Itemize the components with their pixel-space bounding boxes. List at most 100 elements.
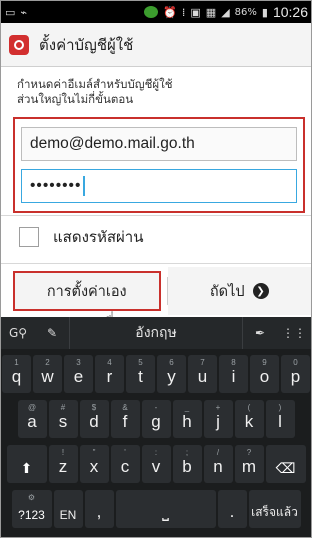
key-secondary-label: & (122, 403, 128, 412)
key-o[interactable]: 9o (250, 355, 279, 393)
key-label: h (182, 412, 192, 431)
key-row-1: 1q2w3e4r5t6y7u8i9o0p (1, 355, 311, 397)
key-a[interactable]: @ a (17, 400, 47, 438)
gallery-icon: ▦ (205, 5, 217, 19)
key-h[interactable]: _ h (172, 400, 202, 438)
key-x[interactable]: " x (79, 445, 109, 483)
key-label: e (73, 367, 84, 386)
period-key[interactable]: . (217, 490, 247, 528)
period-key-label: . (229, 502, 235, 521)
key-secondary-label: 4 (107, 358, 112, 367)
done-key[interactable]: เสร็จแล้ว (248, 490, 301, 528)
key-secondary-label: ! (61, 448, 65, 457)
key-u[interactable]: 7u (188, 355, 217, 393)
key-secondary-label: / (216, 448, 220, 457)
done-key-label: เสร็จแล้ว (251, 505, 298, 519)
show-password-row[interactable]: แสดงรหัสผ่าน (1, 215, 311, 259)
key-r[interactable]: 4r (95, 355, 124, 393)
alarm-icon: ⏰ (163, 5, 177, 19)
key-secondary-label: 9 (262, 358, 267, 367)
key-d[interactable]: $ d (79, 400, 109, 438)
key-label: z (58, 457, 68, 476)
key-y[interactable]: 6y (157, 355, 186, 393)
key-label: a (27, 412, 37, 431)
key-i[interactable]: 8i (219, 355, 248, 393)
key-secondary-label: + (215, 403, 221, 412)
key-s[interactable]: # s (48, 400, 78, 438)
usb-icon: ⌁ (20, 5, 28, 19)
key-l[interactable]: ) l (265, 400, 295, 438)
show-password-checkbox[interactable] (19, 227, 39, 247)
setup-description: กำหนดค่าอีเมล์สำหรับบัญชีผู้ใช้ ส่วนใหญ่… (17, 77, 297, 107)
key-label: r (106, 367, 113, 386)
key-secondary-label: ? (246, 448, 252, 457)
key-v[interactable]: :v (141, 445, 171, 483)
key-label: k (244, 412, 254, 431)
status-bar: ▭ ⌁ ⏰ ⁞ ▣ ▦ ◢ 86% ▮ 10:26 (1, 1, 311, 23)
battery-percent: 86% (234, 6, 257, 18)
key-label: o (259, 367, 270, 386)
key-secondary-label: - (154, 403, 158, 412)
clock: 10:26 (272, 4, 308, 20)
key-label: w (41, 367, 54, 386)
key-secondary-label: $ (91, 403, 97, 412)
letter-keys-row-3: ! z " x ' c: v; b / n? m (48, 445, 264, 487)
language-label: อังกฤษ (135, 325, 177, 341)
key-label: y (167, 367, 176, 386)
key-secondary-label: ) (278, 403, 282, 412)
key-secondary-label: # (60, 403, 66, 412)
key-z[interactable]: ! z (48, 445, 78, 483)
pen-icon[interactable]: ✒ (243, 317, 277, 349)
key-label: t (138, 367, 143, 386)
key-g[interactable]: -g (141, 400, 171, 438)
password-value: •••••••• (30, 177, 82, 194)
vibrate-icon: ⁞ (181, 5, 186, 19)
email-value: demo@demo.mail.go.th (30, 135, 195, 152)
handwriting-icon[interactable]: ✎ (35, 317, 69, 349)
password-field[interactable]: •••••••• (21, 169, 297, 203)
key-label: d (89, 412, 99, 431)
battery-icon: ▮ (261, 5, 268, 19)
space-key[interactable]: ⎵ (115, 490, 216, 528)
key-c[interactable]: ' c (110, 445, 140, 483)
key-p[interactable]: 0p (281, 355, 310, 393)
shift-key[interactable]: ⬆ (6, 445, 47, 483)
language-key[interactable]: EN (53, 490, 83, 528)
key-q[interactable]: 1q (2, 355, 31, 393)
symbols-key[interactable]: ⚙ ?123 (11, 490, 52, 528)
key-label: m (241, 457, 257, 476)
manual-setup-button[interactable]: การตั้งค่าเอง ☝ (13, 271, 161, 331)
key-w[interactable]: 2w (33, 355, 62, 393)
comma-key[interactable]: , (84, 490, 114, 528)
key-k[interactable]: (k (234, 400, 264, 438)
key-secondary-label: ( (247, 403, 251, 412)
email-field[interactable]: demo@demo.mail.go.th (21, 127, 297, 161)
backspace-key[interactable]: ⌫ (265, 445, 306, 483)
settings-gear-icon: ⚙ (27, 493, 36, 502)
key-secondary-label: _ (184, 403, 190, 412)
google-voice-icon[interactable]: G⚲ (1, 317, 35, 349)
settings-grid-icon[interactable]: ⋮⋮ (277, 317, 311, 349)
key-secondary-label: @ (27, 403, 37, 412)
key-label: b (182, 457, 192, 476)
screen: ▭ ⌁ ⏰ ⁞ ▣ ▦ ◢ 86% ▮ 10:26 ตั้งค่าบัญชีผู… (0, 0, 312, 538)
next-button[interactable]: ถัดไป ❯ (167, 267, 311, 315)
key-secondary-label: ; (185, 448, 189, 457)
key-f[interactable]: & f (110, 400, 140, 438)
key-t[interactable]: 5t (126, 355, 155, 393)
key-j[interactable]: + j (203, 400, 233, 438)
key-b[interactable]: ; b (172, 445, 202, 483)
key-e[interactable]: 3e (64, 355, 93, 393)
key-label: j (216, 412, 220, 431)
key-label: i (231, 367, 236, 386)
key-m[interactable]: ? m (234, 445, 264, 483)
chevron-right-icon: ❯ (252, 283, 269, 299)
key-label: c (120, 457, 130, 476)
key-n[interactable]: / n (203, 445, 233, 483)
key-row-3: ⬆ ! z " x ' c: v; b / n? m ⌫ (1, 445, 311, 487)
language-switch[interactable]: อังกฤษ (69, 317, 243, 349)
description-line-1: กำหนดค่าอีเมล์สำหรับบัญชีผู้ใช้ (17, 77, 173, 91)
nfc-icon: ▣ (190, 5, 201, 19)
key-secondary-label: 6 (169, 358, 174, 367)
key-row-2: @ a # s $ d & f - g _ h + j(k) l (1, 400, 311, 442)
